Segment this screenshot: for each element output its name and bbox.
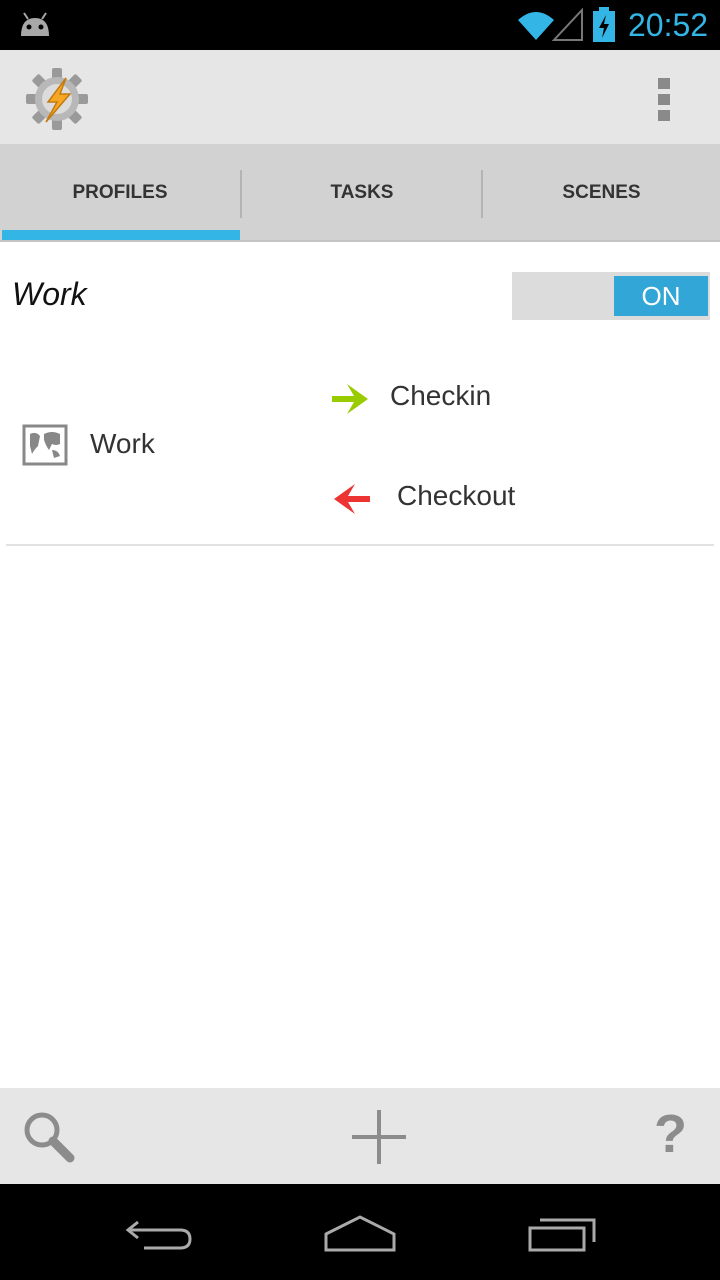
system-nav-bar	[0, 1184, 720, 1280]
tab-bar: PROFILES TASKS SCENES	[0, 144, 720, 242]
signal-icon	[552, 8, 583, 41]
recents-icon[interactable]	[526, 1214, 598, 1254]
enter-task-label[interactable]: Checkin	[390, 380, 491, 412]
green-right-arrow-icon	[332, 384, 368, 414]
red-left-arrow-icon	[334, 484, 370, 514]
tab-profiles-label: PROFILES	[72, 182, 168, 203]
plus-icon[interactable]	[350, 1108, 408, 1166]
battery-charging-icon	[593, 7, 615, 42]
tab-tasks-label: TASKS	[330, 182, 394, 203]
context-label[interactable]: Work	[90, 428, 155, 460]
overflow-dot	[658, 110, 670, 121]
tab-tasks[interactable]: TASKS	[242, 144, 482, 242]
tasker-gear-bolt-icon[interactable]	[26, 68, 88, 130]
exit-task-label[interactable]: Checkout	[397, 480, 515, 512]
profile-enable-toggle[interactable]: ON	[512, 272, 710, 320]
toggle-thumb: ON	[614, 276, 708, 316]
wifi-icon	[518, 12, 554, 40]
map-icon[interactable]	[22, 424, 68, 466]
question-icon[interactable]: ?	[654, 1106, 687, 1162]
profile-name[interactable]: Work	[12, 276, 87, 313]
home-icon[interactable]	[322, 1214, 398, 1254]
tab-scenes-label: SCENES	[562, 182, 641, 203]
android-debug-icon	[21, 12, 49, 36]
overflow-dot	[658, 94, 670, 105]
status-clock: 20:52	[628, 7, 709, 43]
status-bar: 20:52	[0, 0, 720, 50]
overflow-menu-button[interactable]	[646, 76, 682, 121]
back-icon[interactable]	[124, 1214, 196, 1254]
list-divider	[6, 544, 714, 546]
tab-scenes[interactable]: SCENES	[483, 144, 720, 242]
action-bar	[0, 50, 720, 144]
tab-profiles[interactable]: PROFILES	[0, 144, 240, 242]
overflow-dot	[658, 78, 670, 89]
bottom-bar: ?	[0, 1088, 720, 1184]
search-icon[interactable]	[22, 1110, 76, 1164]
selected-tab-indicator	[2, 230, 240, 240]
